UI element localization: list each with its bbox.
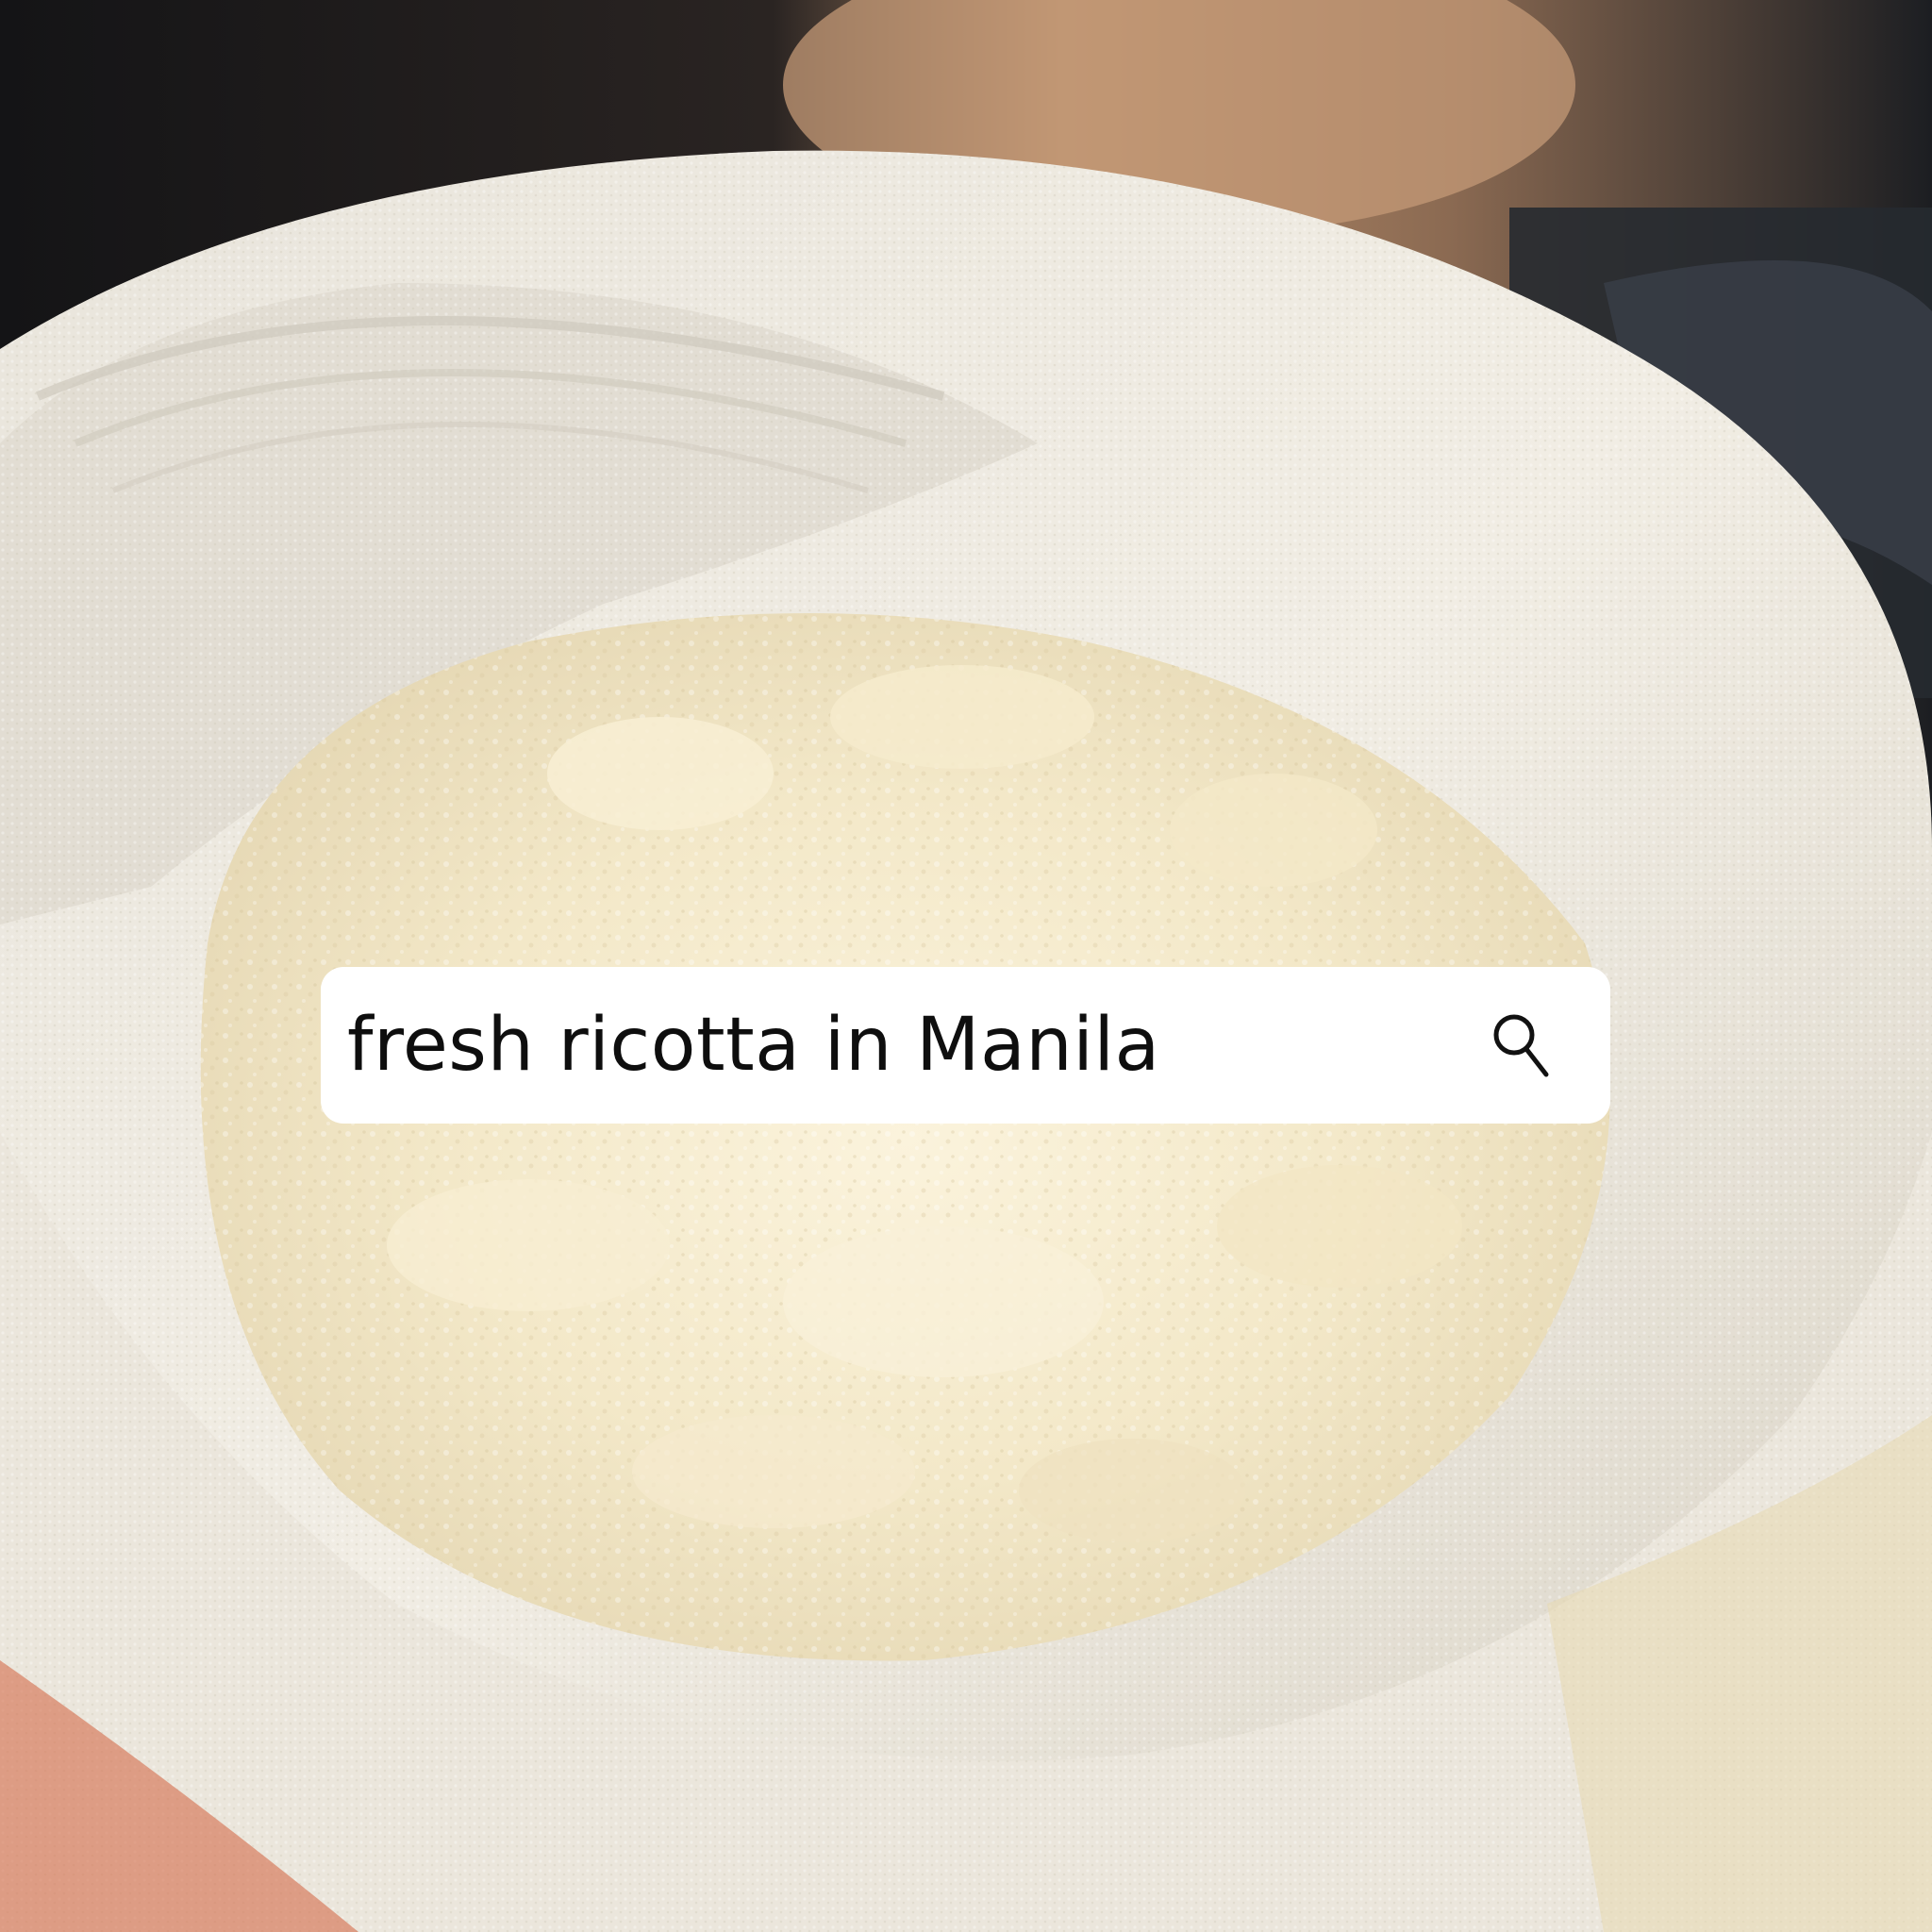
search-input[interactable]: fresh ricotta in Manila xyxy=(347,1003,1491,1088)
search-icon[interactable] xyxy=(1491,1012,1552,1078)
search-bar[interactable]: fresh ricotta in Manila xyxy=(321,967,1610,1124)
ricotta-photo xyxy=(0,0,1932,1932)
photo-scene: fresh ricotta in Manila xyxy=(0,0,1932,1932)
